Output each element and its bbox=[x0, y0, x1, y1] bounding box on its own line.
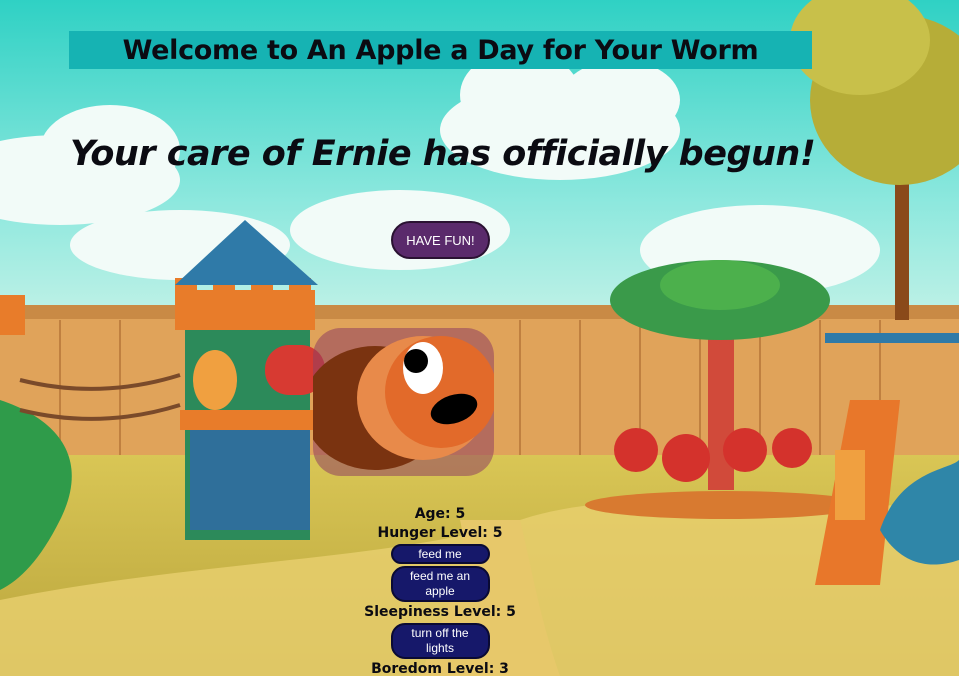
lights-off-button[interactable]: turn off the lights bbox=[390, 623, 490, 659]
hunger-stat: Hunger Level: 5 bbox=[377, 525, 503, 541]
age-stat: Age: 5 bbox=[414, 506, 466, 522]
care-begun-heading: Your care of Ernie has officially begun! bbox=[70, 134, 816, 174]
sleepiness-stat: Sleepiness Level: 5 bbox=[364, 604, 516, 620]
stats-panel: Age: 5 Hunger Level: 5 feed me feed me a… bbox=[340, 505, 540, 679]
boredom-stat: Boredom Level: 3 bbox=[371, 661, 509, 677]
worm-pet bbox=[313, 328, 494, 476]
feed-apple-button[interactable]: feed me an apple bbox=[390, 566, 490, 602]
title-banner: Welcome to An Apple a Day for Your Worm bbox=[69, 31, 812, 69]
have-fun-button[interactable]: HAVE FUN! bbox=[391, 221, 490, 259]
page-title: Welcome to An Apple a Day for Your Worm bbox=[122, 34, 759, 66]
feed-me-button[interactable]: feed me bbox=[390, 544, 490, 564]
